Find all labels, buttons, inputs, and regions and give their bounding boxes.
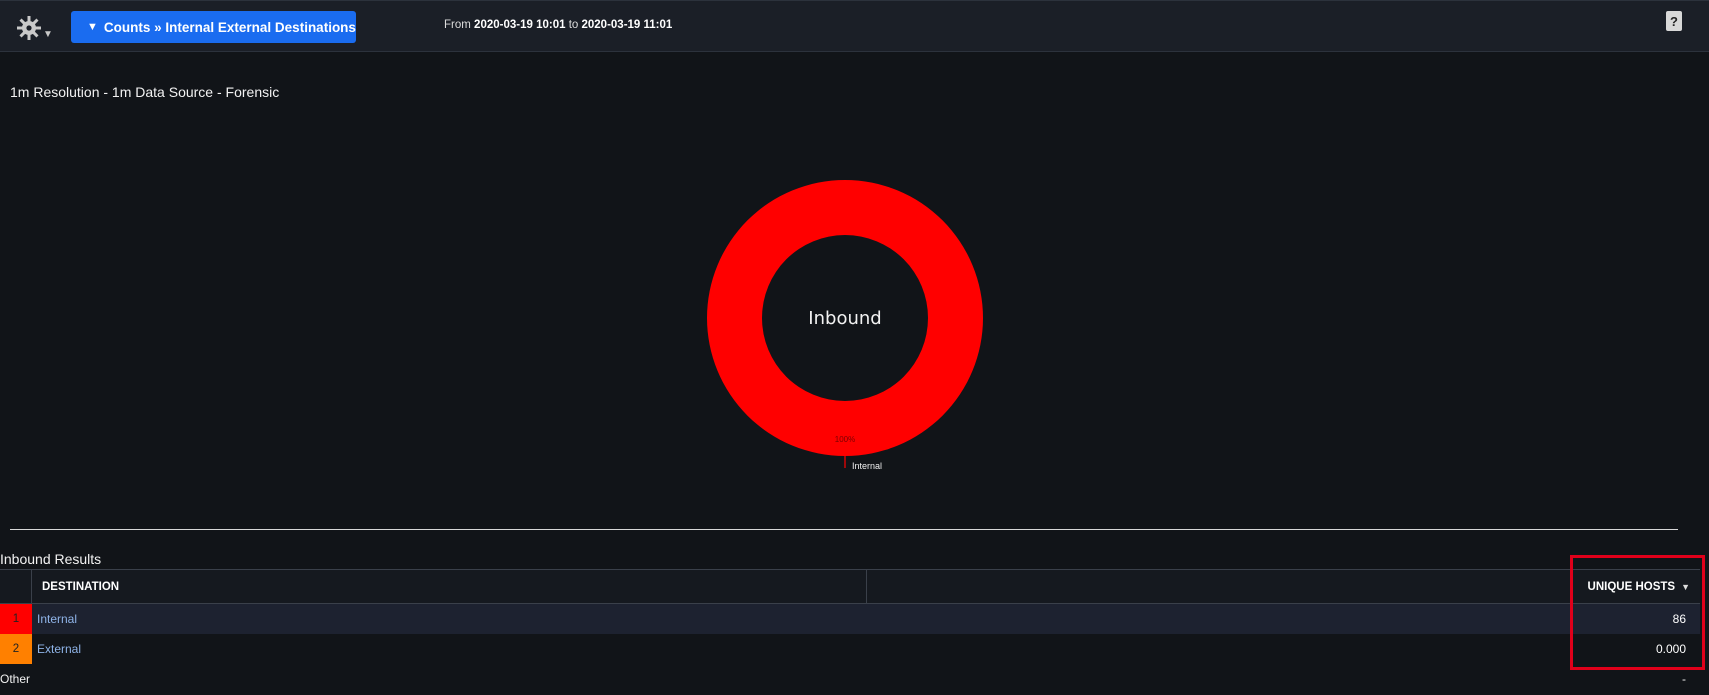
unique-hosts-value: 86 — [1672, 612, 1686, 626]
donut-center-label: Inbound — [808, 308, 881, 329]
unique-hosts-value: 0.000 — [1655, 642, 1686, 656]
other-value: - — [1682, 672, 1686, 686]
slice-percent-label: 100% — [835, 435, 855, 444]
table-header: DESTINATION UNIQUE HOSTS ▼ — [0, 569, 1700, 604]
rank-badge: 2 — [0, 634, 32, 664]
table-row: 2 External 0.000 — [0, 634, 1700, 664]
unique-hosts-header-label: UNIQUE HOSTS — [1587, 580, 1676, 593]
donut-chart: 100% Internal Inbound — [0, 0, 1709, 520]
rank-column-header — [0, 570, 32, 603]
other-label: Other — [0, 672, 31, 686]
rank-badge: 1 — [0, 604, 32, 634]
table-row: 1 Internal 86 — [0, 604, 1700, 634]
destination-link[interactable]: External — [37, 634, 81, 664]
section-divider — [10, 529, 1678, 530]
page: ▼ ▼ Counts » Internal External Destinati… — [0, 0, 1709, 695]
slice-label: Internal — [852, 461, 882, 471]
sort-desc-icon: ▼ — [1681, 581, 1690, 592]
table-row-other: Other - — [0, 664, 1700, 694]
results-table: DESTINATION UNIQUE HOSTS ▼ 1 Internal 86… — [0, 569, 1700, 694]
donut-chart-svg: 100% Internal Inbound — [707, 180, 983, 471]
destination-column-header[interactable]: DESTINATION — [32, 570, 867, 603]
unique-hosts-column-header[interactable]: UNIQUE HOSTS ▼ — [1588, 570, 1690, 603]
results-title: Inbound Results — [0, 551, 102, 567]
destination-link[interactable]: Internal — [37, 604, 77, 634]
